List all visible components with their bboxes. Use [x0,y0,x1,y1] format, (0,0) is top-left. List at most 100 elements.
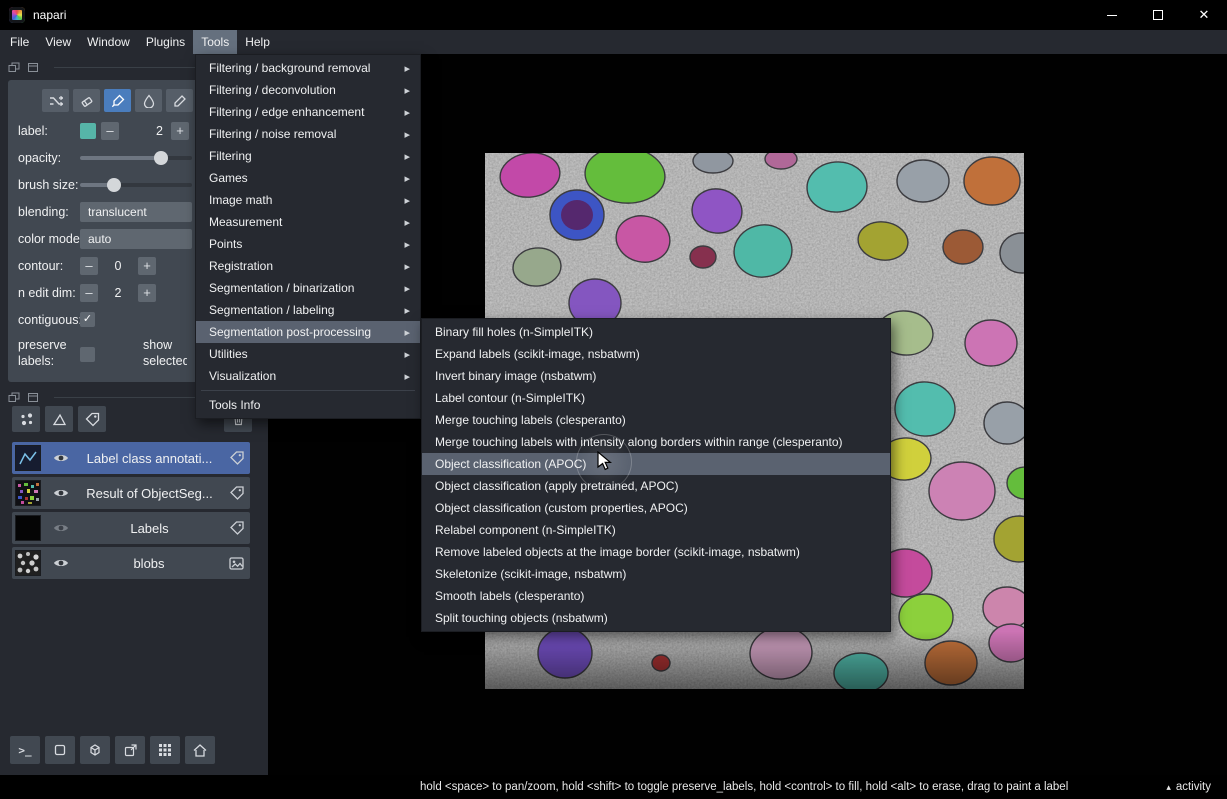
submenu-item[interactable]: Merge touching labels (clesperanto) [422,409,890,431]
submenu-item[interactable]: Split touching objects (nsbatwm) [422,607,890,629]
menubar-item-help[interactable]: Help [237,30,278,54]
opacity-slider[interactable] [80,150,192,166]
tools-menu-item[interactable]: Registration▸ [196,255,420,277]
contiguous-label: contiguous: [18,313,80,327]
tools-menu-item[interactable]: Filtering / background removal▸ [196,57,420,79]
preserve-labels-label: preserve labels: [18,338,80,369]
ndim-decrement-button[interactable]: – [80,284,98,302]
label-blob [984,402,1024,444]
menubar-item-window[interactable]: Window [79,30,138,54]
label-value[interactable]: 2 [119,124,171,138]
slider-fill [80,156,161,160]
shuffle-colors-button[interactable] [42,89,69,112]
submenu-arrow-icon: ▸ [404,128,410,141]
submenu-item[interactable]: Smooth labels (clesperanto) [422,585,890,607]
panel-float-icon[interactable] [27,392,39,403]
submenu-item[interactable]: Object classification (custom properties… [422,497,890,519]
menu-item-label: Registration [209,259,273,273]
new-labels-layer-button[interactable] [78,406,106,432]
menubar-item-view[interactable]: View [37,30,79,54]
submenu-item[interactable]: Object classification (APOC) [422,453,890,475]
submenu-item[interactable]: Merge touching labels with intensity alo… [422,431,890,453]
submenu-item[interactable]: Binary fill holes (n-SimpleITK) [422,321,890,343]
submenu-item[interactable]: Object classification (apply pretrained,… [422,475,890,497]
ndim-value[interactable]: 2 [98,286,138,300]
submenu-arrow-icon: ▸ [404,348,410,361]
console-button[interactable]: >_ [10,736,40,764]
label-increment-button[interactable]: + [171,122,189,140]
tools-menu-item[interactable]: Filtering▸ [196,145,420,167]
tools-menu-item[interactable]: Segmentation / labeling▸ [196,299,420,321]
layer-row-blobs[interactable]: blobs [12,547,250,579]
tools-menu-item[interactable]: Segmentation post-processing▸ [196,321,420,343]
submenu-item[interactable]: Expand labels (scikit-image, nsbatwm) [422,343,890,365]
contiguous-checkbox[interactable]: ✓ [80,312,95,327]
contour-value[interactable]: 0 [98,259,138,273]
eraser-button[interactable] [73,89,100,112]
new-shapes-layer-button[interactable] [45,406,73,432]
layer-row-result-objectseg[interactable]: Result of ObjectSeg... [12,477,250,509]
tools-menu-item[interactable]: Filtering / deconvolution▸ [196,79,420,101]
status-hint: hold <space> to pan/zoom, hold <shift> t… [420,781,1068,793]
menubar-item-file[interactable]: File [2,30,37,54]
blending-dropdown[interactable]: translucent [80,202,192,222]
roll-dims-button[interactable] [80,736,110,764]
label-decrement-button[interactable]: – [101,122,119,140]
transpose-dims-button[interactable] [115,736,145,764]
close-button[interactable]: ✕ [1181,0,1227,30]
submenu-arrow-icon: ▸ [404,150,410,163]
tools-menu-item[interactable]: Points ▸ [196,233,420,255]
color-picker-button[interactable] [166,89,193,112]
activity-toggle[interactable]: ▴ activity [1166,781,1211,793]
contour-decrement-button[interactable]: – [80,257,98,275]
minimize-button[interactable] [1089,0,1135,30]
submenu-item[interactable]: Remove labeled objects at the image bord… [422,541,890,563]
slider-handle[interactable] [154,151,168,165]
image-bottom-shade [485,631,1024,689]
brush-size-slider[interactable] [80,177,192,193]
maximize-icon [1153,10,1163,20]
home-button[interactable] [185,736,215,764]
submenu-item[interactable]: Label contour (n-SimpleITK) [422,387,890,409]
paintbrush-button[interactable] [104,89,131,112]
fill-bucket-button[interactable] [135,89,162,112]
panel-float-icon[interactable] [27,62,39,73]
panel-menu-icon[interactable] [8,392,20,403]
tools-menu-item[interactable]: Segmentation / binarization▸ [196,277,420,299]
color-mode-dropdown[interactable]: auto [80,229,192,249]
submenu-item[interactable]: Skeletonize (scikit-image, nsbatwm) [422,563,890,585]
tools-menu-item[interactable]: Image math▸ [196,189,420,211]
tools-menu-item[interactable]: Filtering / noise removal▸ [196,123,420,145]
tools-menu-item[interactable]: Tools Info [196,394,420,416]
slider-handle[interactable] [107,178,121,192]
show-selected-label: show selected: [143,338,187,370]
ndisplay-toggle-button[interactable] [45,736,75,764]
maximize-button[interactable] [1135,0,1181,30]
ndim-increment-button[interactable]: + [138,284,156,302]
contour-increment-button[interactable]: + [138,257,156,275]
menu-item-label: Points [209,237,242,251]
label-field-label: label: [18,124,80,138]
new-points-layer-button[interactable] [12,406,40,432]
visibility-icon[interactable] [53,452,69,464]
panel-menu-icon[interactable] [8,62,20,73]
submenu-item[interactable]: Relabel component (n-SimpleITK) [422,519,890,541]
blending-label: blending: [18,205,80,219]
submenu-item[interactable]: Invert binary image (nsbatwm) [422,365,890,387]
visibility-icon[interactable] [53,557,69,569]
preserve-labels-checkbox[interactable] [80,347,95,362]
tools-menu-item[interactable]: Filtering / edge enhancement▸ [196,101,420,123]
visibility-icon[interactable] [53,522,69,534]
layer-row-label-class-annotation[interactable]: Label class annotati... [12,442,250,474]
menubar-item-plugins[interactable]: Plugins [138,30,193,54]
visibility-icon[interactable] [53,487,69,499]
tools-menu-item[interactable]: Games▸ [196,167,420,189]
submenu-arrow-icon: ▸ [404,238,410,251]
tools-menu-item[interactable]: Measurement▸ [196,211,420,233]
label-color-swatch[interactable] [80,123,96,139]
menubar-item-tools[interactable]: Tools [193,30,237,54]
grid-view-button[interactable] [150,736,180,764]
tools-menu-item[interactable]: Visualization▸ [196,365,420,387]
tools-menu-item[interactable]: Utilities▸ [196,343,420,365]
layer-row-labels[interactable]: Labels [12,512,250,544]
